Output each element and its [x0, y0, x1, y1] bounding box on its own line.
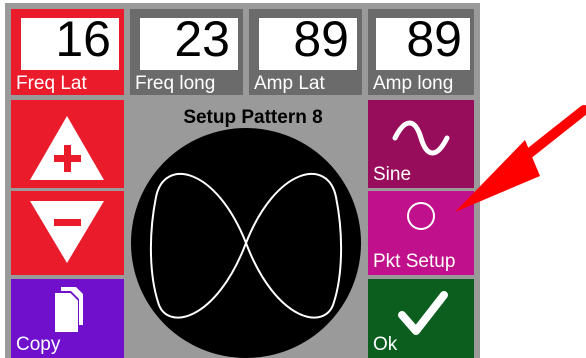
- freq-long-label: Freq long: [135, 73, 216, 94]
- decrease-button[interactable]: [11, 191, 124, 275]
- amp-long-value: 89: [406, 11, 462, 67]
- freq-long-value-box: 23: [140, 11, 238, 70]
- freq-lat-label: Freq Lat: [16, 73, 87, 94]
- amp-long-value-box: 89: [376, 11, 470, 70]
- pkt-setup-button[interactable]: Pkt Setup: [368, 191, 474, 275]
- ok-button[interactable]: Ok: [368, 279, 474, 358]
- field-freq-lat[interactable]: 16 Freq Lat: [11, 9, 124, 95]
- amp-lat-value-box: 89: [259, 11, 357, 70]
- sine-label: Sine: [373, 164, 412, 185]
- amp-lat-label: Amp Lat: [254, 73, 325, 94]
- pattern-display: [130, 127, 362, 358]
- pattern-title: Setup Pattern 8: [183, 107, 323, 128]
- pkt-setup-label: Pkt Setup: [373, 251, 456, 272]
- minus-triangle-down-icon: [30, 201, 104, 263]
- amp-long-label: Amp long: [373, 73, 454, 94]
- increase-button[interactable]: [11, 100, 124, 188]
- copy-label: Copy: [16, 334, 61, 355]
- sine-button[interactable]: Sine: [368, 100, 474, 188]
- freq-long-value: 23: [174, 11, 230, 67]
- freq-lat-value-box: 16: [21, 11, 119, 70]
- freq-lat-value: 16: [55, 11, 111, 67]
- field-amp-long[interactable]: 89 Amp long: [368, 9, 474, 95]
- plus-triangle-up-icon: [30, 116, 104, 180]
- copy-button[interactable]: Copy: [11, 279, 124, 358]
- field-freq-long[interactable]: 23 Freq long: [130, 9, 243, 95]
- pattern-preview: [131, 128, 361, 358]
- amp-lat-value: 89: [293, 11, 349, 67]
- field-amp-lat[interactable]: 89 Amp Lat: [249, 9, 362, 95]
- control-panel: 16 Freq Lat 23 Freq long 89 Amp Lat 89 A…: [5, 3, 480, 358]
- ok-label: Ok: [373, 334, 398, 355]
